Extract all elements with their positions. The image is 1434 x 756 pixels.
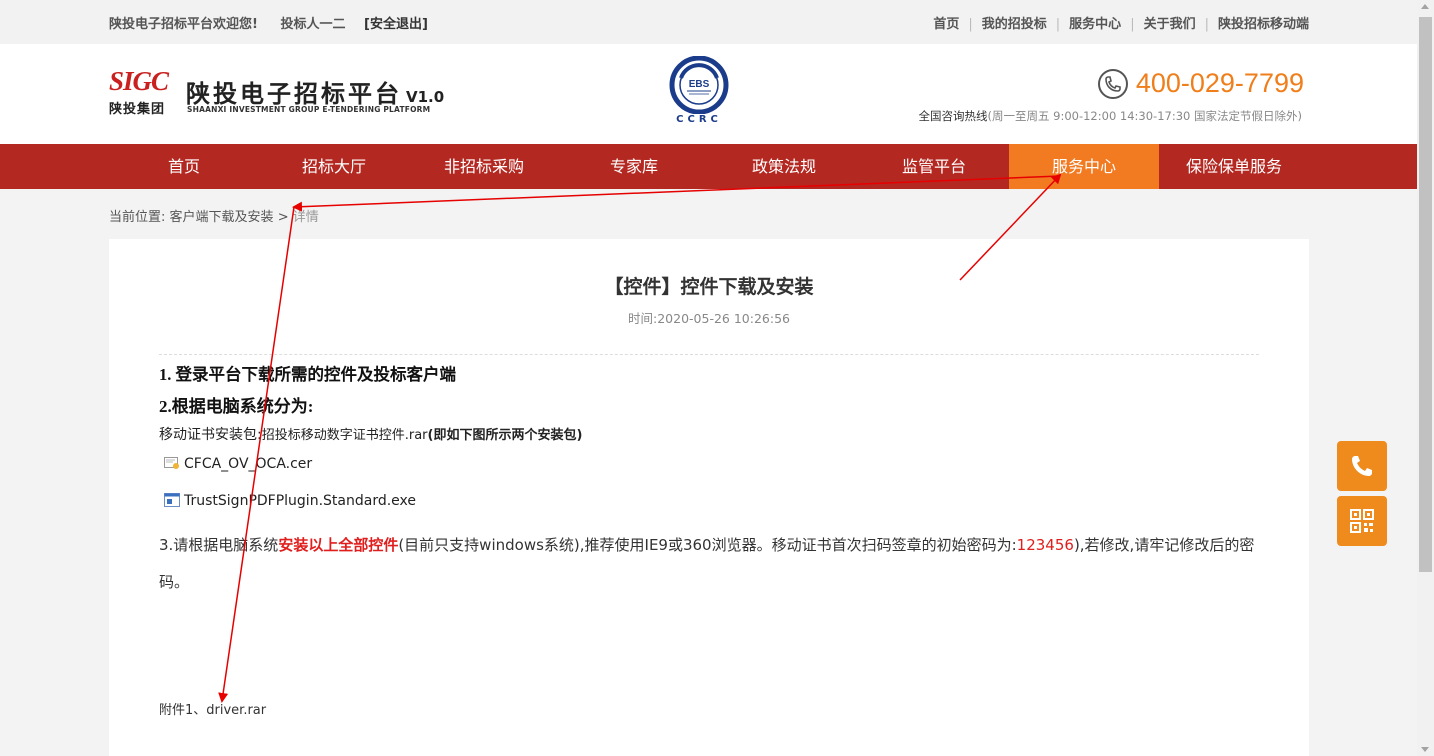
step-2: 2.根据电脑系统分为:: [159, 397, 314, 416]
step-3-a: 3.请根据电脑系统: [159, 536, 279, 554]
certificate-file-icon: [164, 456, 180, 470]
file-item: CFCA_OV_OCA.cer: [164, 456, 312, 472]
site-title: 陕投电子招标平台 V1.0: [186, 74, 444, 109]
nav-item-policy[interactable]: 政策法规: [709, 144, 859, 189]
separator: |: [1055, 17, 1061, 32]
qrcode-button[interactable]: [1337, 496, 1387, 546]
step-3-c: (目前只支持windows系统),推荐使用IE9或360浏览器。移动证书首次扫码…: [398, 536, 1017, 554]
site-version: V1.0: [406, 88, 445, 106]
breadcrumb-parent[interactable]: 客户端下载及安装: [170, 210, 274, 225]
ccrc-badge: EBS CCRC: [667, 55, 731, 128]
user-name[interactable]: 投标人一二: [280, 17, 345, 32]
step-1: 1. 登录平台下载所需的控件及投标客户端: [159, 365, 456, 384]
breadcrumb-label: 当前位置:: [109, 210, 166, 225]
scroll-up-arrow-icon[interactable]: [1421, 4, 1429, 9]
hotline-time: (周一至周五 9:00-12:00 14:30-17:30 国家法定节假日除外): [987, 109, 1303, 123]
site-title-text: 陕投电子招标平台: [186, 80, 402, 108]
qrcode-icon: [1350, 509, 1374, 533]
phone-icon: [1352, 456, 1372, 476]
nav-item-service[interactable]: 服务中心: [1009, 144, 1159, 189]
top-link-service[interactable]: 服务中心: [1069, 17, 1121, 32]
ccrc-text: CCRC: [676, 114, 722, 125]
top-link-about[interactable]: 关于我们: [1144, 17, 1196, 32]
package-line: 移动证书安装包:招投标移动数字证书控件.rar(即如下图所示两个安装包): [159, 424, 582, 444]
scroll-down-arrow-icon[interactable]: [1421, 747, 1429, 752]
nav-item-non-tender[interactable]: 非招标采购: [409, 144, 559, 189]
hotline-phone: 400-029-7799: [1097, 68, 1304, 99]
attachment-link[interactable]: 附件1、driver.rar: [159, 699, 266, 718]
file-item: TrustSignPDFPlugin.Standard.exe: [164, 493, 416, 509]
scroll-thumb[interactable]: [1419, 17, 1432, 572]
logo[interactable]: SIGC 陕投集团: [109, 66, 175, 124]
top-link-mobile[interactable]: 陕投招标移动端: [1218, 17, 1309, 32]
divider: [159, 354, 1259, 355]
hotline-hours: 全国咨询热线(周一至周五 9:00-12:00 14:30-17:30 国家法定…: [919, 108, 1303, 124]
site-subtitle: SHAANXI INVESTMENT GROUP E-TENDERING PLA…: [187, 105, 431, 114]
ccrc-inner-text: EBS: [689, 79, 710, 90]
top-bar-left: 陕投电子招标平台欢迎您! 投标人一二 [安全退出]: [109, 13, 446, 32]
nav-item-insurance[interactable]: 保险保单服务: [1159, 144, 1309, 189]
separator: |: [1130, 17, 1135, 32]
top-links: 首页 | 我的招投标 | 服务中心 | 关于我们 | 陕投招标移动端: [933, 13, 1309, 32]
vertical-scrollbar[interactable]: [1417, 0, 1434, 756]
initial-password: 123456: [1016, 536, 1074, 554]
article-time: 时间:2020-05-26 10:26:56: [628, 311, 790, 326]
breadcrumb-current: 详情: [292, 210, 319, 225]
step-3-highlight: 安装以上全部控件: [278, 536, 399, 554]
ccrc-logo-icon: EBS: [669, 55, 729, 115]
logo-sigc: SIGC: [109, 66, 169, 96]
welcome-text: 陕投电子招标平台欢迎您!: [109, 17, 258, 32]
package-label: 移动证书安装包:: [159, 427, 262, 443]
nav-item-supervision[interactable]: 监管平台: [859, 144, 1009, 189]
article-card: 【控件】控件下载及安装 时间:2020-05-26 10:26:56 1. 登录…: [109, 239, 1309, 756]
nav-item-experts[interactable]: 专家库: [559, 144, 709, 189]
nav-item-tender-hall[interactable]: 招标大厅: [259, 144, 409, 189]
top-bar: 陕投电子招标平台欢迎您! 投标人一二 [安全退出] 首页 | 我的招投标 | 服务中心 |…: [0, 0, 1417, 44]
logout-link[interactable]: [安全退出]: [364, 17, 428, 32]
exe-file-icon: [164, 493, 180, 507]
separator: |: [1204, 17, 1209, 32]
step-3: 3.请根据电脑系统安装以上全部控件(目前只支持windows系统),推荐使用IE…: [159, 527, 1259, 601]
package-note: (即如下图所示两个安装包): [427, 428, 583, 443]
hotline-label: 全国咨询热线: [918, 109, 988, 123]
top-link-home[interactable]: 首页: [933, 17, 959, 32]
phone-number: 400-029-7799: [1135, 68, 1304, 98]
file-name-cert: CFCA_OV_OCA.cer: [184, 456, 313, 472]
site-header: SIGC 陕投集团 陕投电子招标平台 V1.0 SHAANXI INVESTMEN…: [0, 44, 1417, 144]
contact-phone-button[interactable]: [1337, 441, 1387, 491]
separator: |: [968, 17, 973, 32]
breadcrumb-separator: >: [277, 210, 289, 225]
package-file: 招投标移动数字证书控件.rar: [261, 428, 428, 443]
logo-group: 陕投集团: [109, 102, 166, 117]
article-title: 【控件】控件下载及安装: [604, 276, 814, 298]
top-link-my-bids[interactable]: 我的招投标: [982, 17, 1047, 32]
phone-icon: [1097, 68, 1128, 99]
nav-item-home[interactable]: 首页: [109, 144, 259, 189]
file-name-exe: TrustSignPDFPlugin.Standard.exe: [184, 493, 416, 509]
breadcrumb: 当前位置: 客户端下载及安装 > 详情: [109, 206, 319, 225]
main-nav: 首页 招标大厅 非招标采购 专家库 政策法规 监管平台 服务中心 保险保单服务: [0, 144, 1417, 189]
